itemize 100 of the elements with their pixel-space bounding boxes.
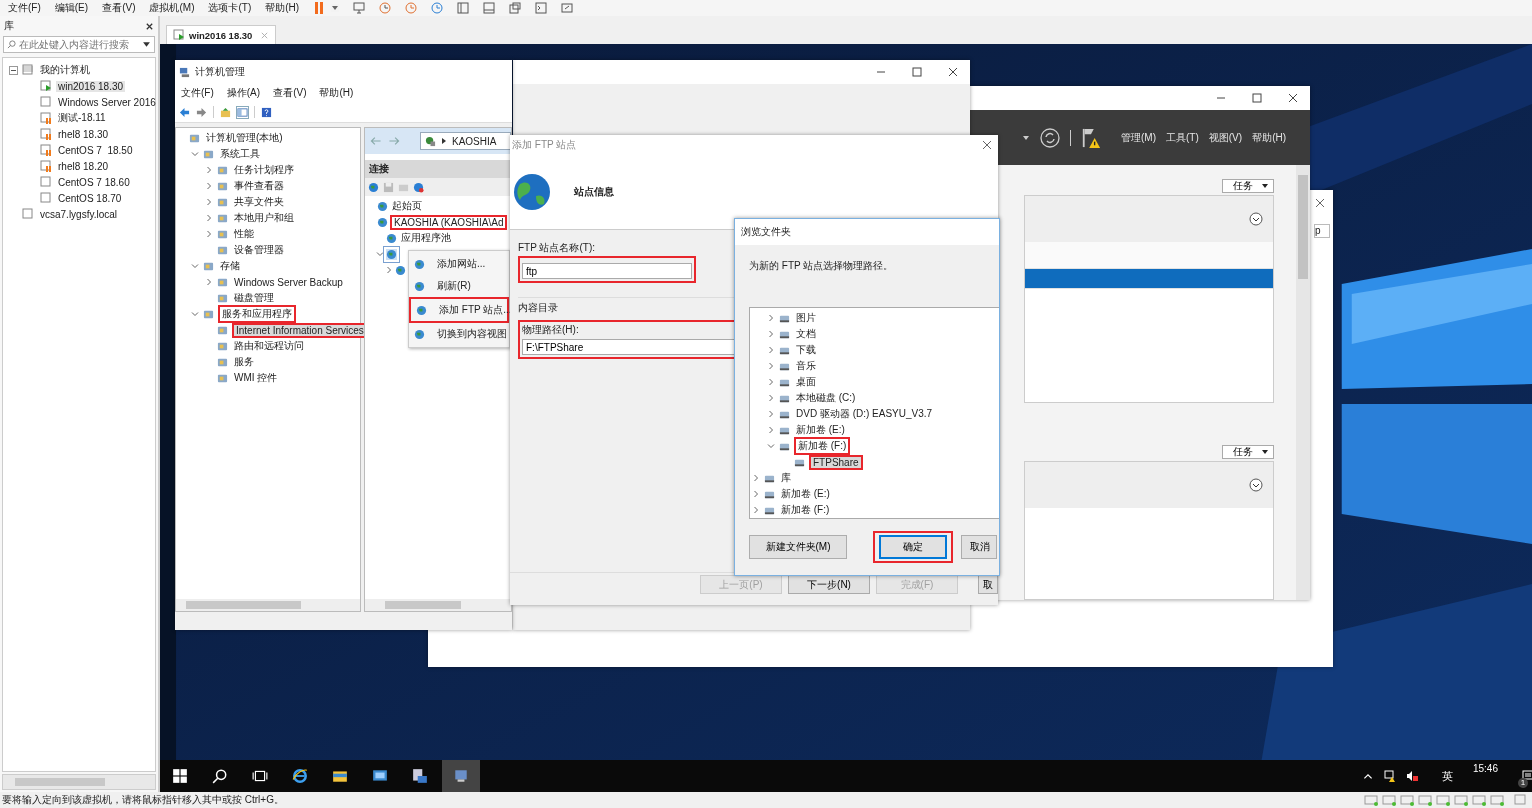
chevron-icon[interactable] — [205, 182, 213, 190]
vm-name[interactable]: rhel8 18.20 — [56, 160, 111, 172]
tree-item[interactable]: 服务和应用程序 — [218, 305, 296, 323]
folder-item[interactable]: 新加卷 (E:) — [779, 487, 832, 501]
fullscreen-icon[interactable] — [561, 2, 574, 14]
tasks-dropdown[interactable]: 任务 — [1222, 179, 1274, 193]
close-icon[interactable] — [1288, 93, 1298, 103]
folder-item[interactable]: DVD 驱动器 (D:) EASYU_V3.7 — [794, 407, 935, 421]
close-icon[interactable] — [145, 21, 154, 31]
clock-icon[interactable] — [379, 2, 392, 14]
chevron-icon[interactable] — [191, 150, 199, 158]
monitor-icon[interactable] — [353, 2, 366, 14]
menu-item[interactable]: 管理(M) — [1121, 130, 1156, 145]
maximize-icon[interactable] — [912, 67, 922, 77]
vm-name[interactable]: 我的计算机 — [38, 63, 92, 77]
menu-item[interactable]: 刷新(R) — [409, 275, 509, 297]
app-icon[interactable] — [442, 760, 480, 792]
vm-name[interactable]: CentOS 18.70 — [56, 192, 124, 204]
tab[interactable]: win2016 18.30 — [166, 25, 277, 44]
close-icon[interactable] — [1315, 198, 1325, 208]
folder-item[interactable]: FTPShare — [809, 454, 863, 470]
menu-item[interactable]: 虚拟机(M) — [149, 1, 195, 15]
menu-item[interactable]: 视图(V) — [1208, 130, 1243, 145]
globe-icon[interactable] — [413, 181, 424, 193]
folder-icon[interactable] — [332, 768, 348, 784]
menu-item[interactable]: 切换到内容视图 — [409, 323, 509, 345]
terminal-icon[interactable] — [535, 2, 548, 14]
search-field[interactable]: 在此处键入内容进行搜索 — [3, 36, 155, 53]
folder-item[interactable]: 音乐 — [794, 359, 818, 373]
folder-item[interactable]: 新加卷 (F:) — [794, 437, 851, 455]
tasks-dropdown[interactable]: 任务 — [1222, 445, 1274, 459]
maximize-icon[interactable] — [1252, 93, 1262, 103]
folder-item[interactable]: 本地磁盘 (C:) — [794, 391, 858, 405]
vm-name[interactable]: 测试-18.11 — [56, 111, 108, 125]
window-icon[interactable] — [509, 2, 522, 14]
folder-item[interactable]: 图片 — [794, 311, 818, 325]
chevron-icon[interactable] — [767, 346, 775, 354]
tree-item[interactable]: 事件查看器 — [232, 179, 286, 193]
notification-icon[interactable] — [1522, 770, 1532, 782]
chevron-icon[interactable] — [767, 394, 775, 402]
tree-item[interactable]: 起始页 — [390, 199, 424, 213]
chevron-icon[interactable] — [767, 410, 775, 418]
expand-icon[interactable] — [1249, 478, 1263, 492]
node-icon[interactable] — [395, 264, 406, 276]
tree-item[interactable]: 性能 — [232, 227, 256, 241]
chevron-icon[interactable] — [205, 198, 213, 206]
chevron-icon[interactable] — [385, 266, 393, 274]
menu-item[interactable]: 查看(V) — [273, 86, 307, 100]
dialog-button[interactable]: 新建文件夹(M) — [749, 535, 847, 559]
node-icon[interactable] — [377, 200, 388, 212]
menu-item[interactable]: 操作(A) — [226, 86, 261, 100]
clock-time[interactable]: 15:46 — [1472, 763, 1498, 774]
chevron-icon[interactable] — [752, 490, 760, 498]
close-icon[interactable] — [948, 67, 958, 77]
tree-item[interactable]: 计算机管理(本地) — [204, 131, 285, 145]
chevron-icon[interactable] — [752, 506, 760, 514]
clock-icon[interactable] — [405, 2, 418, 14]
list-row[interactable] — [1025, 269, 1273, 289]
pause-icon[interactable] — [313, 2, 326, 14]
collapse-icon[interactable] — [9, 65, 18, 75]
node-icon[interactable] — [386, 248, 397, 260]
folder-item[interactable]: 库 — [779, 471, 793, 485]
forward-arrow-icon[interactable] — [196, 106, 207, 118]
menu-item[interactable]: 文件(F) — [8, 1, 41, 15]
caret-icon[interactable] — [1022, 133, 1030, 142]
folder-item[interactable]: 文档 — [794, 327, 818, 341]
vm-name[interactable]: CentOS 7 18.50 — [56, 144, 135, 156]
tree-item[interactable]: Windows Server Backup — [232, 276, 345, 288]
folder-up-icon[interactable] — [220, 106, 231, 118]
scrollbar[interactable] — [365, 599, 511, 611]
vm-name[interactable]: vcsa7.lygsfy.local — [38, 208, 120, 220]
node-icon[interactable] — [386, 232, 397, 244]
menu-item[interactable]: 编辑(E) — [54, 1, 89, 15]
layout-icon[interactable] — [457, 2, 470, 14]
scrollbar[interactable] — [2, 774, 156, 790]
dialog-button[interactable]: 取消 — [961, 535, 997, 559]
menu-item[interactable]: 帮助(H) — [319, 86, 354, 100]
browser-icon[interactable] — [292, 768, 308, 784]
close-icon[interactable] — [982, 140, 992, 150]
menu-item[interactable]: 帮助(H) — [265, 1, 300, 15]
chevron-icon[interactable] — [767, 426, 775, 434]
tree-item[interactable]: 本地用户和组 — [232, 211, 296, 225]
search-icon[interactable] — [212, 768, 228, 784]
tree-item[interactable]: 应用程序池 — [399, 231, 453, 245]
text-field[interactable]: p — [1314, 224, 1330, 238]
menu-item[interactable]: 帮助(H) — [1252, 130, 1286, 145]
chevron-icon[interactable] — [191, 262, 199, 270]
computer-icon[interactable] — [412, 768, 428, 784]
back-arrow-icon[interactable] — [179, 106, 190, 118]
input-method-indicator[interactable]: 英 — [1441, 768, 1453, 784]
chevron-icon[interactable] — [767, 378, 775, 386]
menu-item[interactable]: 选项卡(T) — [208, 1, 252, 15]
refresh-icon[interactable] — [1040, 127, 1060, 148]
speaker-muted-icon[interactable] — [1405, 770, 1418, 782]
tree-item[interactable]: 系统工具 — [218, 147, 262, 161]
tree-item[interactable]: WMI 控件 — [232, 371, 280, 385]
site-name-field[interactable]: ftp — [522, 263, 692, 279]
menu-item[interactable]: 文件(F) — [181, 86, 214, 100]
tree-item[interactable]: 共享文件夹 — [232, 195, 286, 209]
tree-item[interactable]: 设备管理器 — [232, 243, 286, 257]
